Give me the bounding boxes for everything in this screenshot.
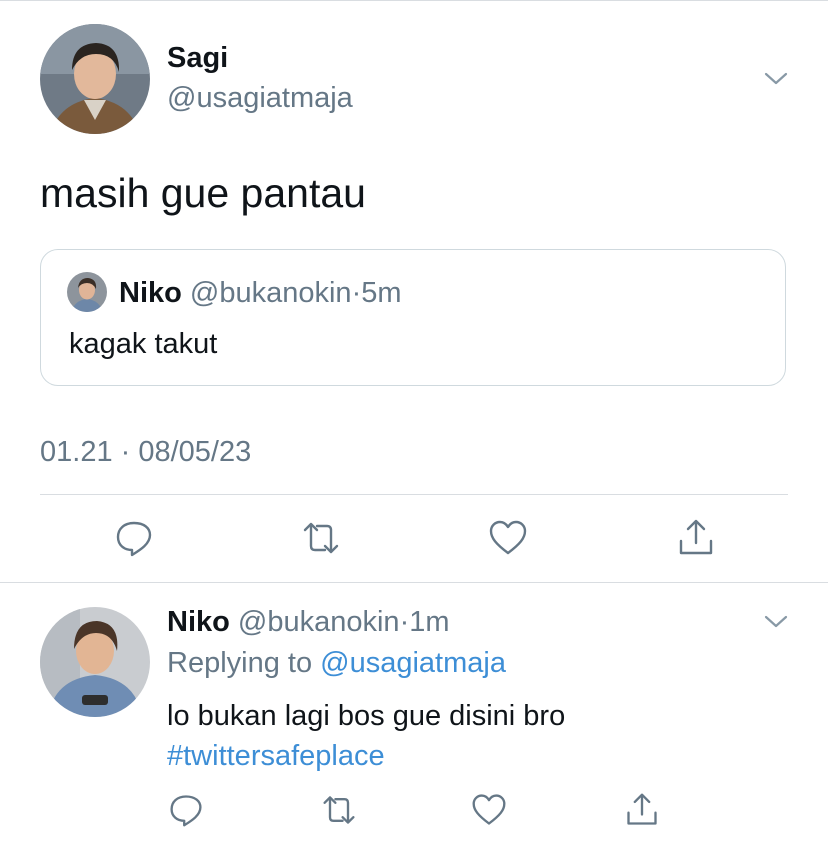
reply-header: Niko @bukanokin·1m: [167, 606, 450, 639]
sagi-avatar[interactable]: [40, 24, 150, 134]
retweet-icon[interactable]: [301, 518, 341, 558]
share-icon[interactable]: [676, 518, 716, 558]
stats-divider: [40, 494, 788, 495]
replying-to-label: Replying to: [167, 647, 313, 679]
replying-to-line: Replying to @usagiatmaja: [167, 647, 506, 680]
tweet-timestamp[interactable]: 01.21 · 08/05/23: [40, 436, 251, 469]
quoted-author-avatar: [67, 272, 107, 312]
quoted-time: 5m: [361, 277, 402, 309]
reply-time: 1m: [409, 606, 450, 638]
chevron-down-icon[interactable]: [762, 64, 790, 92]
reply-text: lo bukan lagi bos gue disini bro: [167, 700, 566, 732]
quoted-text: kagak takut: [69, 328, 218, 360]
reply-author-name[interactable]: Niko: [167, 606, 230, 638]
main-author-name[interactable]: Sagi: [167, 42, 228, 75]
reply-chevron-down-icon[interactable]: [762, 607, 790, 635]
niko-avatar-image: [40, 607, 150, 717]
quoted-author-handle[interactable]: @bukanokin: [190, 277, 352, 309]
reply-hashtag[interactable]: #twittersafeplace: [167, 740, 385, 773]
top-divider: [0, 0, 828, 1]
quoted-header: Niko @bukanokin·5m: [119, 277, 402, 310]
main-tweet-text: masih gue pantau: [40, 170, 366, 216]
heart-icon[interactable]: [488, 518, 528, 558]
reply-heart-icon[interactable]: [471, 792, 507, 828]
sagi-avatar-image: [40, 24, 150, 134]
reply-author-handle[interactable]: @bukanokin: [238, 606, 400, 638]
reply-icon[interactable]: [114, 518, 154, 558]
tweet-divider: [0, 582, 828, 583]
quoted-tweet[interactable]: [40, 249, 786, 386]
reply-separator: ·: [399, 606, 410, 638]
reply-reply-icon[interactable]: [168, 792, 204, 828]
main-author-handle[interactable]: @usagiatmaja: [167, 82, 353, 115]
quoted-author-name[interactable]: Niko: [119, 277, 182, 309]
quoted-separator: ·: [351, 277, 362, 309]
reply-retweet-icon[interactable]: [321, 792, 357, 828]
niko-avatar[interactable]: [40, 607, 150, 717]
replying-to-handle[interactable]: @usagiatmaja: [320, 647, 506, 679]
reply-share-icon[interactable]: [624, 792, 660, 828]
